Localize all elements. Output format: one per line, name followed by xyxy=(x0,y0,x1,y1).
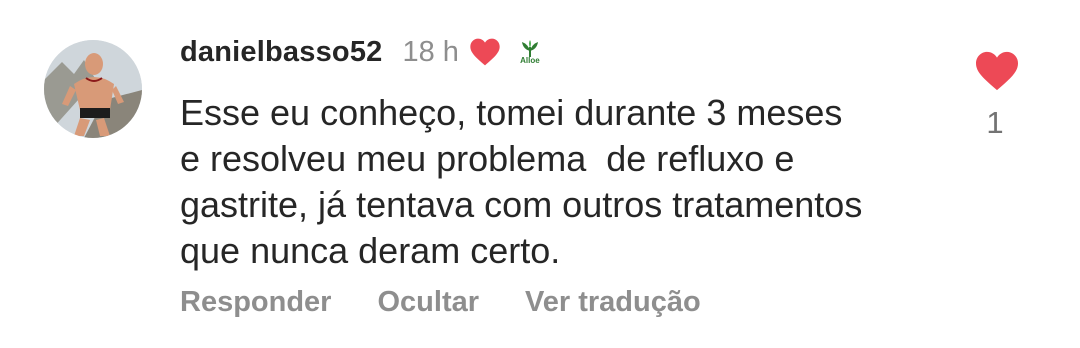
like-count: 1 xyxy=(986,105,1004,140)
see-translation-button[interactable]: Ver tradução xyxy=(525,286,701,319)
comment-header: danielbasso52 18 h Alloe xyxy=(180,30,541,74)
username[interactable]: danielbasso52 xyxy=(180,36,382,69)
brand-label: Alloe xyxy=(520,56,540,65)
like-button[interactable] xyxy=(974,50,1020,97)
timestamp: 18 h xyxy=(402,35,459,68)
avatar[interactable] xyxy=(44,40,142,138)
hide-button[interactable]: Ocultar xyxy=(377,286,479,319)
comment-line: gastrite, já tentava com outros tratamen… xyxy=(180,184,863,225)
comment-text: Esse eu conheço, tomei durante 3 meses e… xyxy=(180,90,970,274)
comment-line: e resolveu meu problema de refluxo e xyxy=(180,138,795,179)
author-liked-heart-icon xyxy=(469,37,501,67)
comment-actions: Responder Ocultar Ver tradução xyxy=(180,286,701,319)
reply-button[interactable]: Responder xyxy=(180,286,331,319)
heart-icon xyxy=(976,51,1018,91)
comment-line: Esse eu conheço, tomei durante 3 meses xyxy=(180,92,843,133)
comment-line: que nunca deram certo. xyxy=(180,230,561,271)
aloe-logo-icon: Alloe xyxy=(519,39,541,65)
avatar-photo xyxy=(44,40,142,138)
